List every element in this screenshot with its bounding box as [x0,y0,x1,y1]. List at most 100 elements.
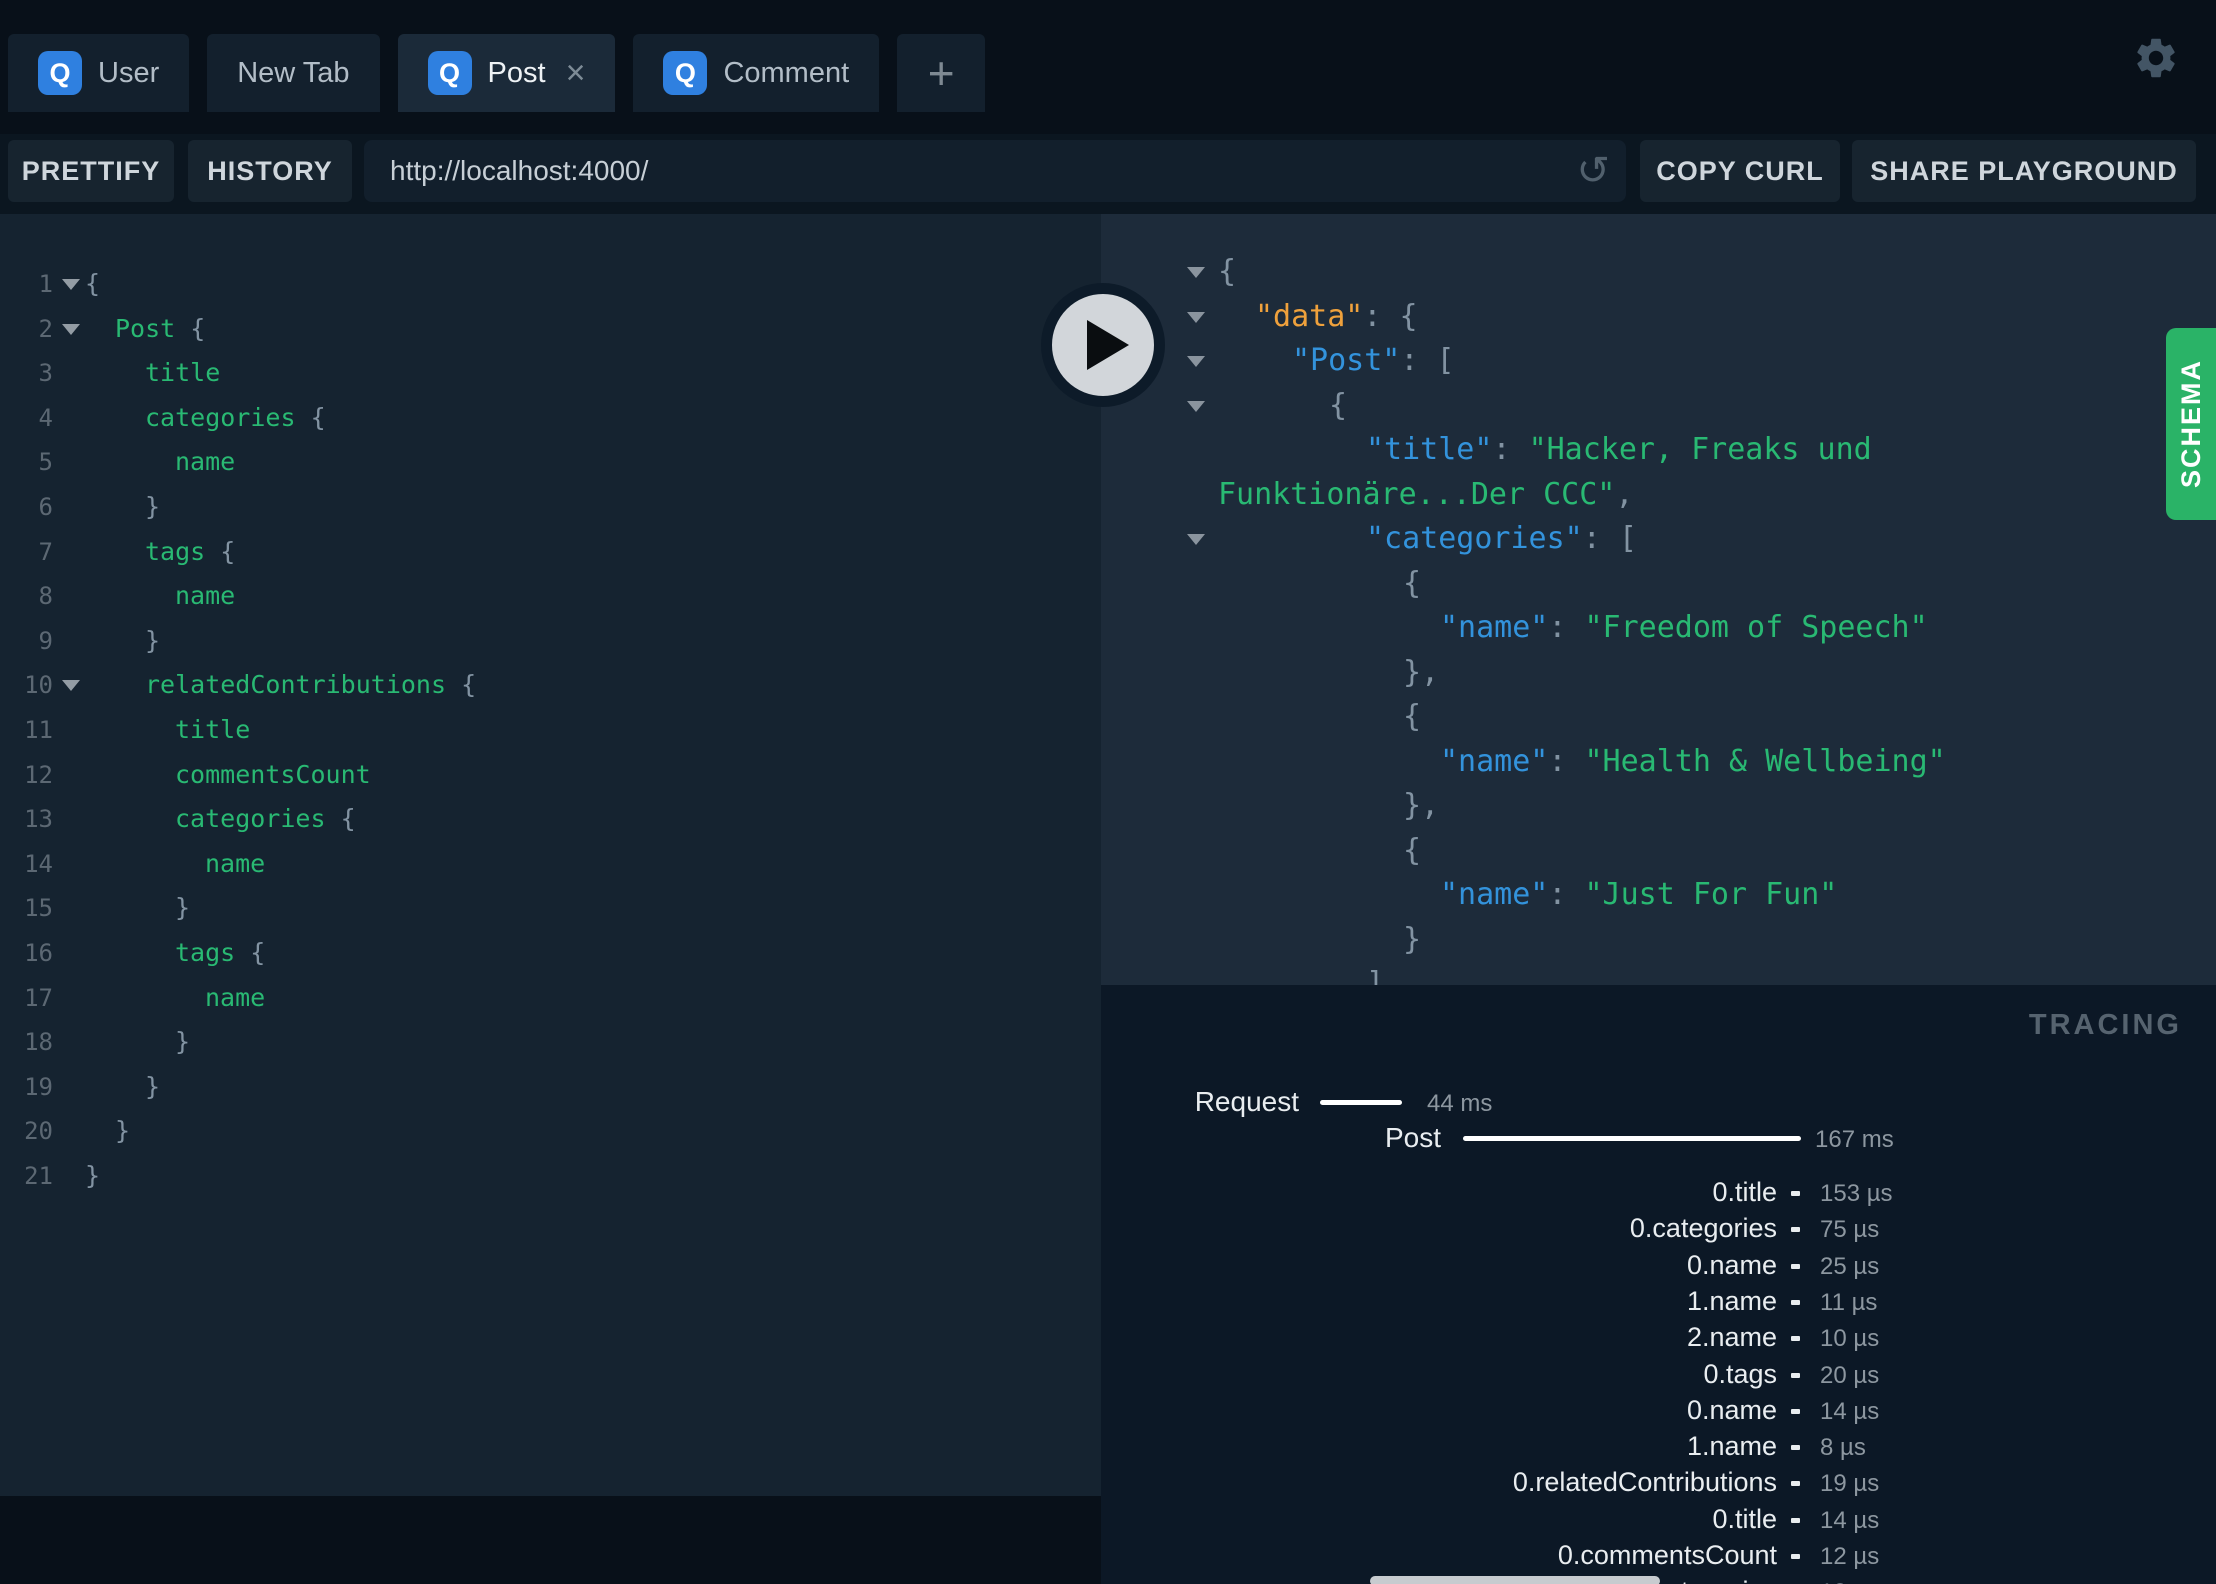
prettify-button[interactable]: PRETTIFY [8,140,174,202]
line-number: 16 [24,939,53,967]
fold-arrow-icon[interactable] [62,680,80,692]
tracing-scrollbar-thumb[interactable] [1370,1576,1660,1584]
share-playground-button[interactable]: SHARE PLAYGROUND [1852,140,2196,202]
tracing-title[interactable]: TRACING [2029,1009,2182,1042]
settings-gear-icon[interactable] [2132,34,2180,82]
trace-span-label: Post [1384,1122,1441,1153]
response-token: ] [1366,966,1385,985]
resolver-dash [1791,1263,1800,1269]
line-number: 3 [38,359,53,388]
response-line: }, [1101,651,2216,696]
schema-tab-label: SCHEMA [2175,359,2206,489]
response-line: ] [1101,962,2216,985]
editor-line: 18} [0,1020,1101,1065]
line-number: 10 [24,671,53,700]
resolver-dash [1791,1517,1800,1523]
code-token: } [145,492,161,521]
query-editor[interactable]: 1{2 Post {3 title 4 categories {5 name 6} 7 tags… [0,214,1101,1496]
response-text: }, [1403,784,1439,829]
resolver-row: 0.title 14 µs [1101,1502,2216,1538]
query-type-badge: Q [663,51,708,95]
resolver-row: 0.categories 75 µs [1101,1211,2216,1247]
fold-arrow-icon[interactable] [62,279,80,290]
response-text: { [1403,562,1421,607]
response-token: : [1548,877,1585,912]
resolver-dash [1791,1336,1800,1342]
editor-line: 2 Post { [0,307,1101,352]
resolver-path: 1.name [1686,1285,1777,1316]
tab-new-tab[interactable]: New Tab [207,34,380,112]
resolver-path: 0.relatedContributions [1512,1467,1777,1498]
refresh-schema-icon[interactable]: ↺ [1576,144,1610,198]
tab-comment[interactable]: Q Comment [633,34,880,112]
response-line: "name": "Freedom of Speech" [1101,606,2216,651]
history-button[interactable]: HISTORY [188,140,352,202]
tab-close-icon[interactable]: × [566,56,586,90]
response-token: : [1548,743,1585,779]
resolver-dash [1791,1299,1800,1305]
resolver-dash [1791,1372,1800,1378]
editor-line: 10 relatedContributions { [0,663,1101,708]
query-type-badge: Q [38,51,82,95]
tab-user[interactable]: Q User [8,34,190,112]
code-token: { [235,938,266,967]
code-token: { [325,804,356,834]
line-number: 2 [38,314,53,343]
line-number: 5 [38,448,53,477]
code-text: { [85,262,100,307]
tab-label: User [98,56,160,89]
code-token: tags [175,938,236,967]
fold-arrow-icon[interactable] [62,323,80,335]
new-tab-button[interactable]: + [897,34,986,112]
code-text: Post { [115,307,205,352]
collapse-arrow-icon[interactable] [1187,267,1205,278]
graphql-playground-window: Q User New Tab Q Post × Q Comment + PRETTIFY HIS… [0,0,2216,1584]
collapse-arrow-icon[interactable] [1187,400,1205,412]
tab-label: Post [487,56,546,89]
editor-line: 3 title [0,351,1101,396]
main-area: 1{2 Post {3 title 4 categories {5 name 6} 7 tags… [0,214,2216,1584]
code-token: Post [115,313,176,343]
execute-query-button[interactable] [1041,283,1165,407]
endpoint-url-input[interactable]: http://localhost:4000/ ↺ [364,140,1626,202]
response-token: { [1403,699,1422,734]
collapse-arrow-icon[interactable] [1187,311,1205,323]
resolver-duration: 14 µs [1820,1506,1880,1534]
resolver-dash [1791,1227,1800,1233]
editor-line: 13 categories { [0,797,1101,842]
line-number: 17 [24,983,53,1012]
editor-line: 17 name [0,976,1101,1021]
collapse-arrow-icon[interactable] [1187,356,1205,367]
code-text: } [115,1109,130,1154]
resolver-duration: 19 µs [1820,1470,1880,1498]
response-line: "title": "Hacker, Freaks und [1101,428,2216,473]
response-text: Funktionäre...Der CCC", [1218,473,1633,518]
response-token: : [1548,610,1585,645]
editor-line: 6} [0,485,1101,530]
response-token: "Post" [1292,343,1401,378]
resolver-row: 0.commentsCount 12 µs [1101,1538,2216,1574]
editor-line: 4 categories { [0,396,1101,441]
response-token: { [1403,832,1422,868]
resolver-duration: 11 µs [1820,1288,1878,1316]
code-token: title [175,715,251,744]
resolver-duration: 10 µs [1820,1325,1880,1353]
tab-post[interactable]: Q Post × [397,34,616,112]
schema-tab[interactable]: SCHEMA [2166,328,2216,520]
play-icon [1087,320,1129,370]
tab-label: New Tab [237,56,350,89]
response-viewer[interactable]: {"data": {"Post": [{"title": "Hacker, Fr… [1101,214,2216,985]
resolver-row: 2.name 10 µs [1101,1320,2216,1356]
code-token: commentsCount [175,759,371,789]
code-token: title [145,358,221,388]
response-token: "Just For Fun" [1584,877,1838,912]
response-text: { [1329,384,1347,429]
resolver-duration: 14 µs [1820,1397,1880,1425]
code-token: name [175,447,236,477]
collapse-arrow-icon[interactable] [1187,534,1205,545]
code-text: } [175,886,190,931]
response-text: "categories": [ [1366,517,1637,562]
response-token: "Health & Wellbeing" [1584,743,1946,779]
resolver-path: 0.tags [1703,1358,1777,1389]
copy-curl-button[interactable]: COPY CURL [1640,140,1840,202]
